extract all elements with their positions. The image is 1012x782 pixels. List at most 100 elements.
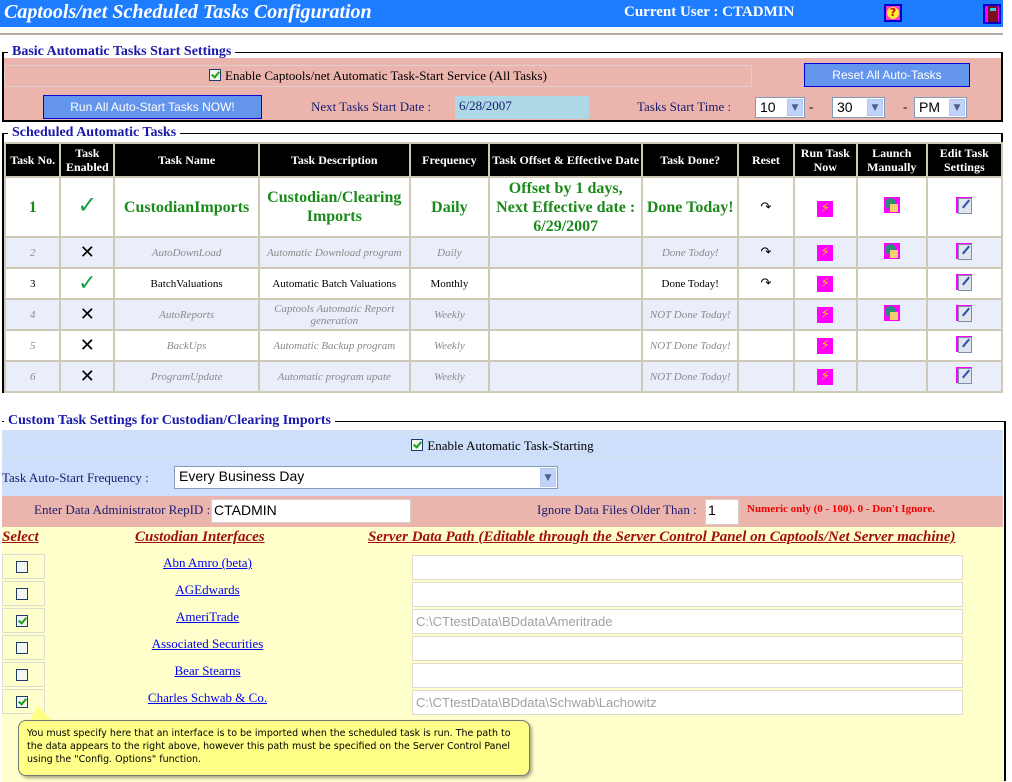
launch-cell xyxy=(857,269,926,298)
column-header: Run Task Now xyxy=(794,144,856,176)
repid-label: Enter Data Administrator RepID : xyxy=(34,502,211,517)
launch-cell xyxy=(857,238,926,267)
run-now-cell: ⚡ xyxy=(794,238,856,267)
lightning-bolt-icon[interactable]: ⚡ xyxy=(817,275,834,292)
run-now-cell: ⚡ xyxy=(794,178,856,236)
interface-path-field[interactable]: C:\CTtestData\BDdata\Schwab\Lachowitz xyxy=(412,690,963,715)
edit-cell xyxy=(927,269,1001,298)
task-description: Automatic Backup program xyxy=(259,331,409,360)
interface-path-field[interactable] xyxy=(412,582,963,607)
edit-cell xyxy=(927,362,1001,391)
interface-row: AGEdwards xyxy=(2,581,1003,608)
task-offset xyxy=(490,238,642,267)
column-header: Task Done? xyxy=(643,144,738,176)
check-icon: ✓ xyxy=(77,191,98,219)
repid-input[interactable]: CTADMIN xyxy=(211,499,411,523)
ampm-select[interactable]: PM ▼ xyxy=(914,97,967,118)
task-frequency: Monthly xyxy=(410,269,489,298)
reset-all-button[interactable]: Reset All Auto-Tasks xyxy=(804,63,970,87)
interface-path-field[interactable] xyxy=(412,636,963,661)
edit-pencil-icon[interactable] xyxy=(956,305,973,322)
column-header: Task No. xyxy=(6,144,60,176)
minute-select[interactable]: 30 ▼ xyxy=(832,97,885,118)
title-divider xyxy=(0,33,1003,35)
tooltip-tail xyxy=(30,705,52,721)
reset-arrow-icon[interactable]: ↷ xyxy=(760,276,771,291)
launch-globe-icon[interactable] xyxy=(883,243,900,259)
interface-row: Bear Stearns xyxy=(2,662,1003,689)
task-number: 3 xyxy=(6,269,60,298)
interface-path-field[interactable]: C:\CTtestData\BDdata\Ameritrade xyxy=(412,609,963,634)
launch-globe-icon[interactable] xyxy=(883,196,900,213)
time-separator: - xyxy=(903,99,908,114)
column-header: Edit Task Settings xyxy=(927,144,1001,176)
launch-cell xyxy=(857,178,926,236)
edit-pencil-icon[interactable] xyxy=(956,336,973,353)
column-header: Reset xyxy=(739,144,793,176)
task-frequency: Weekly xyxy=(410,331,489,360)
task-done: Done Today! xyxy=(643,238,738,267)
custom-settings-blue-panel: Enable Automatic Task-Starting Task Auto… xyxy=(2,430,1003,496)
ignore-days-input[interactable]: 1 xyxy=(705,499,739,525)
enable-auto-checkbox[interactable] xyxy=(411,439,424,451)
interface-link[interactable]: AGEdwards xyxy=(2,582,413,598)
task-number: 6 xyxy=(6,362,60,391)
app-title: Captools/net Scheduled Tasks Configurati… xyxy=(4,1,372,23)
task-enabled-cell: ✕ xyxy=(61,331,114,360)
start-time-label: Tasks Start Time : xyxy=(637,99,732,114)
frequency-label: Task Auto-Start Frequency : xyxy=(2,470,149,485)
lightning-bolt-icon[interactable]: ⚡ xyxy=(817,306,834,323)
exit-door-icon[interactable] xyxy=(983,4,1001,24)
task-enabled-cell: ✕ xyxy=(61,238,114,267)
task-done: NOT Done Today! xyxy=(643,300,738,329)
lightning-bolt-icon[interactable]: ⚡ xyxy=(817,368,834,385)
help-question-icon[interactable]: ? xyxy=(884,4,902,22)
next-date-label: Next Tasks Start Date : xyxy=(311,99,432,114)
scheduled-tasks-group: Scheduled Automatic Tasks Task No. Task E… xyxy=(2,125,1003,393)
edit-pencil-icon[interactable] xyxy=(956,367,973,384)
hour-select[interactable]: 10 ▼ xyxy=(755,97,805,118)
launch-cell xyxy=(857,362,926,391)
reset-arrow-icon[interactable]: ↷ xyxy=(760,200,771,215)
column-header: Task Offset & Effective Date xyxy=(490,144,642,176)
interfaces-column-header: Custodian Interfaces xyxy=(135,529,265,545)
task-name: CustodianImports xyxy=(115,178,258,236)
tasks-table-body: 1 ✓ CustodianImports Custodian/Clearing Imp… xyxy=(6,178,1001,391)
task-enabled-cell: ✓ xyxy=(61,178,114,236)
ignore-files-label: Ignore Data Files Older Than : xyxy=(537,502,697,517)
basic-settings-group: Basic Automatic Tasks Start Settings Ena… xyxy=(2,44,1003,122)
task-enabled-cell: ✕ xyxy=(61,362,114,391)
run-all-now-button[interactable]: Run All Auto-Start Tasks NOW! xyxy=(43,95,262,119)
interface-link[interactable]: AmeriTrade xyxy=(2,609,413,625)
task-number: 4 xyxy=(6,300,60,329)
interface-link[interactable]: Associated Securities xyxy=(2,636,413,652)
launch-cell xyxy=(857,331,926,360)
edit-pencil-icon[interactable] xyxy=(956,274,973,291)
interface-link[interactable]: Abn Amro (beta) xyxy=(2,555,413,571)
launch-cell xyxy=(857,300,926,329)
launch-globe-icon[interactable] xyxy=(883,305,900,321)
interface-path-field[interactable] xyxy=(412,555,963,580)
next-date-field[interactable]: 6/28/2007 xyxy=(455,96,589,119)
reset-cell xyxy=(739,331,793,360)
task-number: 5 xyxy=(6,331,60,360)
edit-pencil-icon[interactable] xyxy=(956,196,973,214)
edit-cell xyxy=(927,331,1001,360)
task-description: Custodian/Clearing Imports xyxy=(259,178,409,236)
lightning-bolt-icon[interactable]: ⚡ xyxy=(817,337,834,354)
lightning-bolt-icon[interactable]: ⚡ xyxy=(817,244,834,261)
edit-pencil-icon[interactable] xyxy=(956,243,973,260)
enable-service-checkbox[interactable] xyxy=(209,69,222,81)
lightning-bolt-icon[interactable]: ⚡ xyxy=(817,200,834,217)
edit-cell xyxy=(927,178,1001,236)
task-done: NOT Done Today! xyxy=(643,331,738,360)
title-bar: Captools/net Scheduled Tasks Configurati… xyxy=(0,0,1003,27)
task-description: Captools Automatic Report generation xyxy=(259,300,409,329)
interface-link[interactable]: Charles Schwab & Co. xyxy=(2,690,413,706)
time-separator: - xyxy=(809,99,814,114)
reset-arrow-icon[interactable]: ↷ xyxy=(760,245,771,260)
interface-path-field[interactable] xyxy=(412,663,963,688)
frequency-select[interactable]: Every Business Day ▼ xyxy=(174,466,558,489)
interface-link[interactable]: Bear Stearns xyxy=(2,663,413,679)
custom-settings-pink-panel: Enter Data Administrator RepID : CTADMIN… xyxy=(2,496,1003,527)
